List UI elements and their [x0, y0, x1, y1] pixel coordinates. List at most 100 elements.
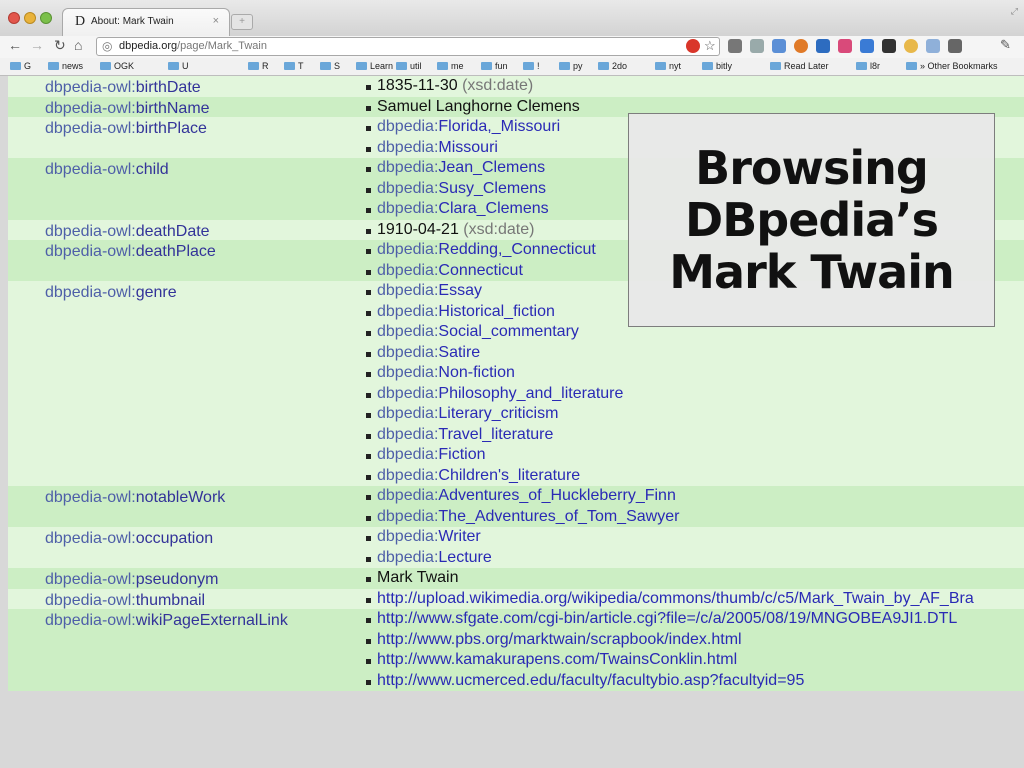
- value-link[interactable]: Children's_literature: [438, 467, 580, 484]
- property-link[interactable]: dbpedia-owl:occupation: [45, 529, 213, 550]
- value-item[interactable]: dbpedia:Lecture: [366, 548, 1024, 569]
- extension-icon[interactable]: [926, 39, 940, 53]
- value-item[interactable]: http://www.ucmerced.edu/faculty/facultyb…: [366, 671, 1024, 692]
- value-link[interactable]: Susy_Clemens: [438, 180, 546, 197]
- value-link[interactable]: Writer: [438, 528, 480, 545]
- value-item[interactable]: dbpedia:Non-fiction: [366, 363, 1024, 384]
- bookmark-item[interactable]: Read Later: [770, 61, 829, 71]
- reload-icon[interactable]: ↻: [54, 37, 66, 54]
- value-item[interactable]: dbpedia:Philosophy_and_literature: [366, 384, 1024, 405]
- value-item[interactable]: dbpedia:Fiction: [366, 445, 1024, 466]
- value-link[interactable]: Connecticut: [438, 262, 523, 279]
- property-link[interactable]: dbpedia-owl:genre: [45, 283, 177, 304]
- property-link[interactable]: dbpedia-owl:pseudonym: [45, 570, 218, 591]
- bookmark-item[interactable]: S: [320, 61, 340, 71]
- property-link[interactable]: dbpedia-owl:birthDate: [45, 78, 201, 99]
- property-link[interactable]: dbpedia-owl:deathDate: [45, 222, 210, 243]
- external-url-link[interactable]: http://www.sfgate.com/cgi-bin/article.cg…: [377, 610, 957, 627]
- value-item[interactable]: dbpedia:Adventures_of_Huckleberry_Finn: [366, 486, 1024, 507]
- value-item[interactable]: http://www.pbs.org/marktwain/scrapbook/i…: [366, 630, 1024, 651]
- external-url-link[interactable]: http://www.pbs.org/marktwain/scrapbook/i…: [377, 631, 742, 648]
- bookmark-item[interactable]: l8r: [856, 61, 880, 71]
- bookmark-item[interactable]: 2do: [598, 61, 627, 71]
- external-url-link[interactable]: http://www.ucmerced.edu/faculty/facultyb…: [377, 672, 804, 689]
- forward-arrow-icon[interactable]: →: [30, 37, 44, 53]
- bookmark-item[interactable]: G: [10, 61, 31, 71]
- value-item[interactable]: http://www.kamakurapens.com/TwainsConkli…: [366, 650, 1024, 671]
- bookmark-item[interactable]: util: [396, 61, 422, 71]
- value-item[interactable]: dbpedia:Travel_literature: [366, 425, 1024, 446]
- value-link[interactable]: Florida,_Missouri: [438, 118, 560, 135]
- extension-icon[interactable]: [794, 39, 808, 53]
- url-text[interactable]: dbpedia.org/page/Mark_Twain: [119, 40, 267, 52]
- value-link[interactable]: Lecture: [438, 549, 491, 566]
- address-bar[interactable]: ◎ dbpedia.org/page/Mark_Twain: [96, 37, 720, 56]
- extension-icon[interactable]: [728, 39, 742, 53]
- bookmark-item[interactable]: bitly: [702, 61, 732, 71]
- minimize-window-button[interactable]: [24, 12, 36, 24]
- bookmark-item[interactable]: nyt: [655, 61, 681, 71]
- external-url-link[interactable]: http://upload.wikimedia.org/wikipedia/co…: [377, 590, 974, 607]
- home-icon[interactable]: ⌂: [74, 37, 82, 53]
- bookmark-item[interactable]: R: [248, 61, 269, 71]
- property-link[interactable]: dbpedia-owl:child: [45, 160, 169, 181]
- value-link[interactable]: Travel_literature: [438, 426, 553, 443]
- bookmark-item[interactable]: T: [284, 61, 304, 71]
- property-link[interactable]: dbpedia-owl:thumbnail: [45, 591, 205, 612]
- bookmark-item[interactable]: U: [168, 61, 189, 71]
- wrench-icon[interactable]: ✎: [1000, 37, 1011, 53]
- browser-tab[interactable]: D About: Mark Twain ×: [62, 8, 230, 36]
- bookmark-star-icon[interactable]: ☆: [704, 38, 716, 54]
- property-link[interactable]: dbpedia-owl:deathPlace: [45, 242, 216, 263]
- value-link[interactable]: Redding,_Connecticut: [438, 241, 595, 258]
- value-item[interactable]: dbpedia:Children's_literature: [366, 466, 1024, 487]
- extension-icon[interactable]: [860, 39, 874, 53]
- value-item[interactable]: dbpedia:Writer: [366, 527, 1024, 548]
- extension-icon[interactable]: [948, 39, 962, 53]
- value-item[interactable]: http://upload.wikimedia.org/wikipedia/co…: [366, 589, 1024, 610]
- value-link[interactable]: Philosophy_and_literature: [438, 385, 623, 402]
- extension-icon[interactable]: [772, 39, 786, 53]
- value-item[interactable]: dbpedia:Literary_criticism: [366, 404, 1024, 425]
- extension-icon[interactable]: [838, 39, 852, 53]
- value-link[interactable]: Missouri: [438, 139, 498, 156]
- close-window-button[interactable]: [8, 12, 20, 24]
- value-link[interactable]: Satire: [438, 344, 480, 361]
- property-link[interactable]: dbpedia-owl:wikiPageExternalLink: [45, 611, 288, 632]
- bookmark-item[interactable]: py: [559, 61, 583, 71]
- bookmark-item[interactable]: news: [48, 61, 83, 71]
- value-item[interactable]: http://www.sfgate.com/cgi-bin/article.cg…: [366, 609, 1024, 630]
- back-arrow-icon[interactable]: ←: [8, 37, 22, 53]
- value-link[interactable]: Non-fiction: [438, 364, 514, 381]
- value-link[interactable]: Clara_Clemens: [438, 200, 548, 217]
- extension-icon[interactable]: [904, 39, 918, 53]
- new-tab-button[interactable]: +: [231, 14, 253, 30]
- value-link[interactable]: The_Adventures_of_Tom_Sawyer: [438, 508, 679, 525]
- bookmark-item[interactable]: me: [437, 61, 464, 71]
- value-link[interactable]: Social_commentary: [438, 323, 579, 340]
- property-link[interactable]: dbpedia-owl:birthName: [45, 99, 210, 120]
- value-item[interactable]: dbpedia:Satire: [366, 343, 1024, 364]
- value-link[interactable]: Historical_fiction: [438, 303, 554, 320]
- value-link[interactable]: Fiction: [438, 446, 485, 463]
- property-link[interactable]: dbpedia-owl:notableWork: [45, 488, 225, 509]
- value-link[interactable]: Adventures_of_Huckleberry_Finn: [438, 487, 675, 504]
- fullscreen-icon[interactable]: ⤢: [1011, 6, 1018, 17]
- value-link[interactable]: Literary_criticism: [438, 405, 558, 422]
- tab-close-icon[interactable]: ×: [213, 15, 219, 27]
- bookmark-item[interactable]: fun: [481, 61, 508, 71]
- stop-extension-icon[interactable]: [686, 39, 700, 53]
- property-link[interactable]: dbpedia-owl:birthPlace: [45, 119, 207, 140]
- extension-icon[interactable]: [816, 39, 830, 53]
- bookmark-item[interactable]: !: [523, 61, 540, 71]
- extension-icon[interactable]: [750, 39, 764, 53]
- value-item[interactable]: dbpedia:The_Adventures_of_Tom_Sawyer: [366, 507, 1024, 528]
- bookmark-item[interactable]: » Other Bookmarks: [906, 61, 998, 71]
- bookmark-item[interactable]: Learn: [356, 61, 393, 71]
- value-link[interactable]: Jean_Clemens: [438, 159, 545, 176]
- external-url-link[interactable]: http://www.kamakurapens.com/TwainsConkli…: [377, 651, 737, 668]
- maximize-window-button[interactable]: [40, 12, 52, 24]
- extension-icon[interactable]: [882, 39, 896, 53]
- value-link[interactable]: Essay: [438, 282, 482, 299]
- bookmark-item[interactable]: OGK: [100, 61, 134, 71]
